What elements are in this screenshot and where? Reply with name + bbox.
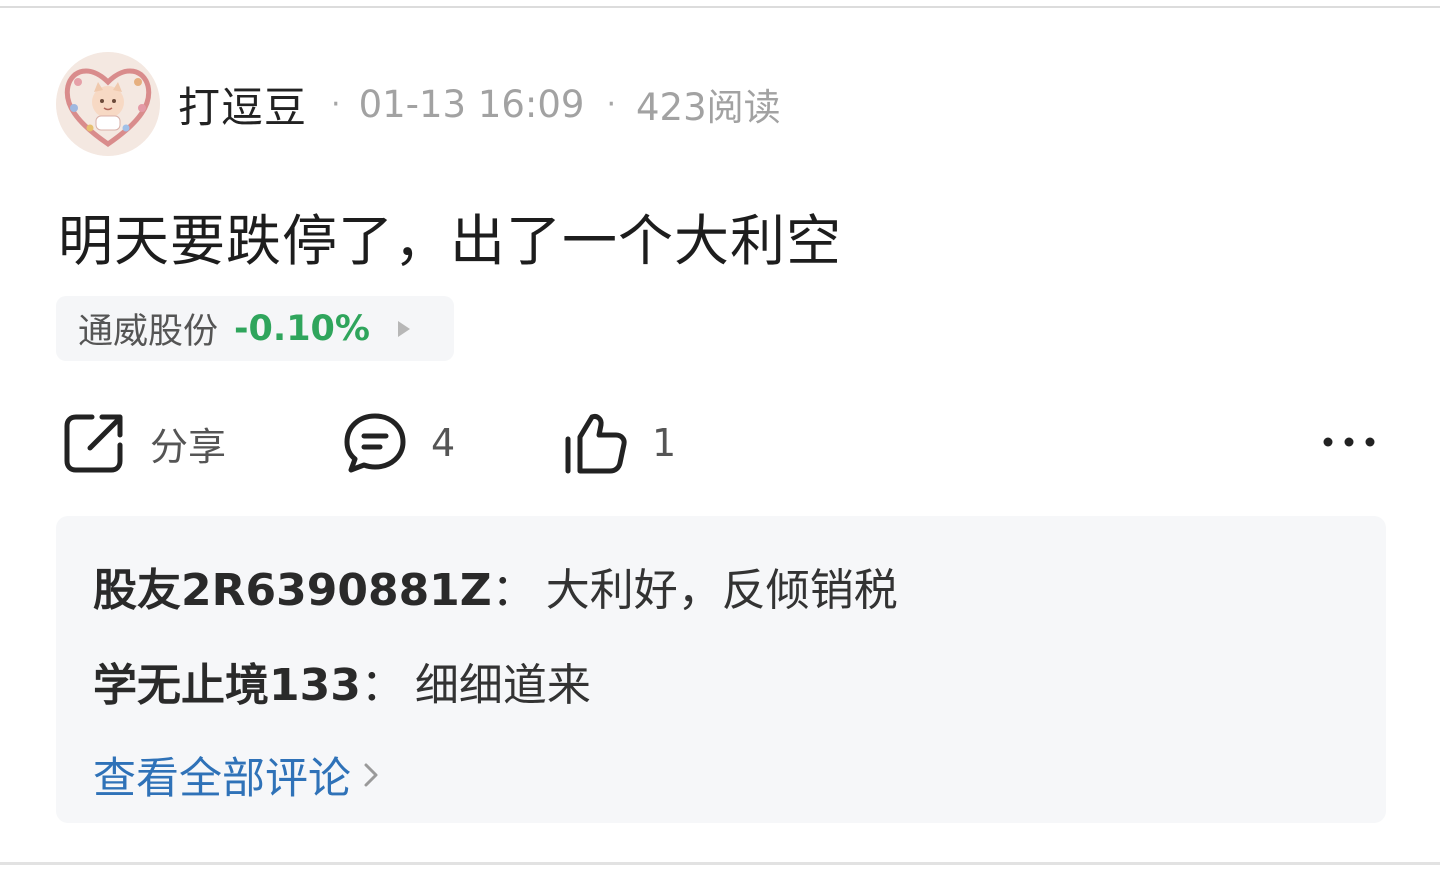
stock-change: -0.10% [234,308,370,349]
comment-count: 4 [431,421,456,465]
post-card: 打逗豆 · 01-13 16:09 · 423阅读 明天要跌停了，出了一个大利空… [0,0,1440,879]
post-meta: 打逗豆 · 01-13 16:09 · 423阅读 [178,76,781,132]
meta-separator: · [606,86,617,122]
share-label: 分享 [150,424,227,469]
comment-author[interactable]: 学无止境133 [93,660,361,711]
author-avatar[interactable] [56,52,160,156]
comment-text: 大利好，反倾销税 [545,565,898,616]
avatar-image [56,52,160,156]
chevron-right-icon [364,763,378,787]
meta-separator: · [331,86,341,122]
stock-tag[interactable]: 通威股份 -0.10% [56,296,454,361]
author-name[interactable]: 打逗豆 [178,74,307,135]
more-button[interactable] [1322,420,1376,464]
comment-button[interactable]: 4 [343,408,455,478]
post-time: 01-13 16:09 [358,82,585,126]
top-divider [0,6,1440,8]
like-count: 1 [652,421,677,465]
view-all-label: 查看全部评论 [93,754,351,804]
share-icon [64,414,123,473]
like-button[interactable]: 1 [562,408,676,478]
comment-text: 细细道来 [414,660,591,711]
comment-item[interactable]: 股友2R6390881Z： 大利好，反倾销税 [93,554,898,618]
more-icon [1323,437,1375,447]
comment-author[interactable]: 股友2R6390881Z [93,565,492,616]
play-arrow-icon [397,320,410,337]
stock-name: 通威股份 [78,312,219,352]
comment-item[interactable]: 学无止境133： 细细道来 [93,649,591,713]
read-count: 423阅读 [636,86,781,129]
post-content[interactable]: 明天要跌停了，出了一个大利空 [58,196,842,276]
comment-icon [344,413,406,473]
thumbs-up-icon [565,414,627,474]
share-button[interactable]: 分享 [62,408,226,478]
view-all-comments-link[interactable]: 查看全部评论 [93,744,381,806]
comments-preview: 股友2R6390881Z： 大利好，反倾销税 学无止境133： 细细道来 查看全部评… [56,516,1386,823]
bottom-divider [0,862,1440,865]
